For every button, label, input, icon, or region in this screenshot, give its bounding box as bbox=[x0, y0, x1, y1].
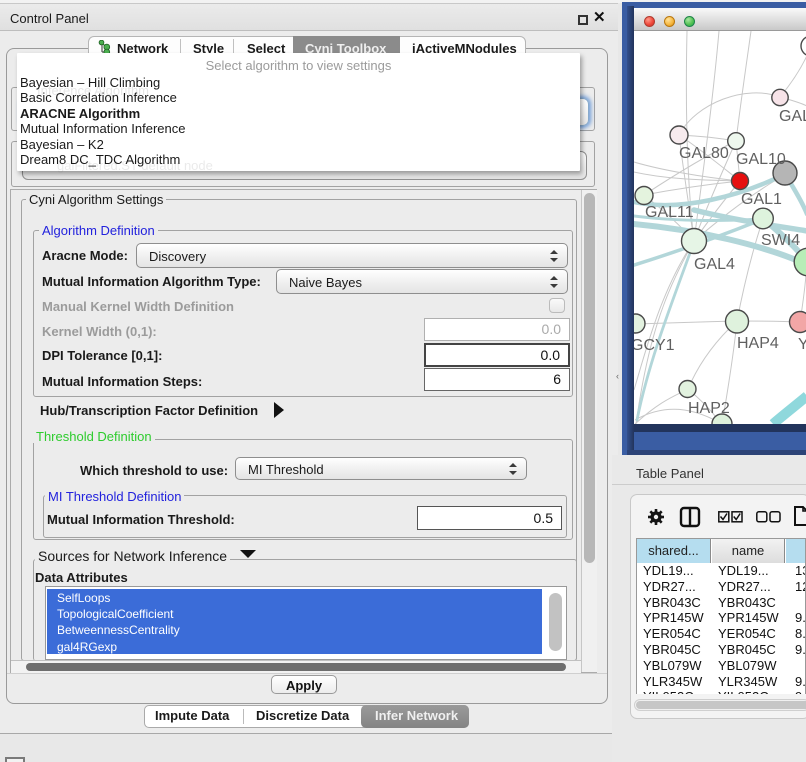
svg-text:GAL4: GAL4 bbox=[694, 256, 735, 273]
svg-text:GCY1: GCY1 bbox=[634, 337, 675, 354]
svg-text:SWI4: SWI4 bbox=[761, 232, 800, 249]
svg-text:GAL11: GAL11 bbox=[645, 204, 694, 221]
svg-text:HAP4: HAP4 bbox=[737, 335, 779, 352]
svg-text:GAL2: GAL2 bbox=[779, 108, 806, 125]
svg-text:GAL80: GAL80 bbox=[679, 145, 729, 162]
svg-text:HAP2: HAP2 bbox=[688, 400, 730, 417]
svg-text:Y: Y bbox=[798, 336, 806, 353]
svg-text:GAL10: GAL10 bbox=[736, 151, 786, 168]
svg-text:GAL1: GAL1 bbox=[741, 191, 782, 208]
